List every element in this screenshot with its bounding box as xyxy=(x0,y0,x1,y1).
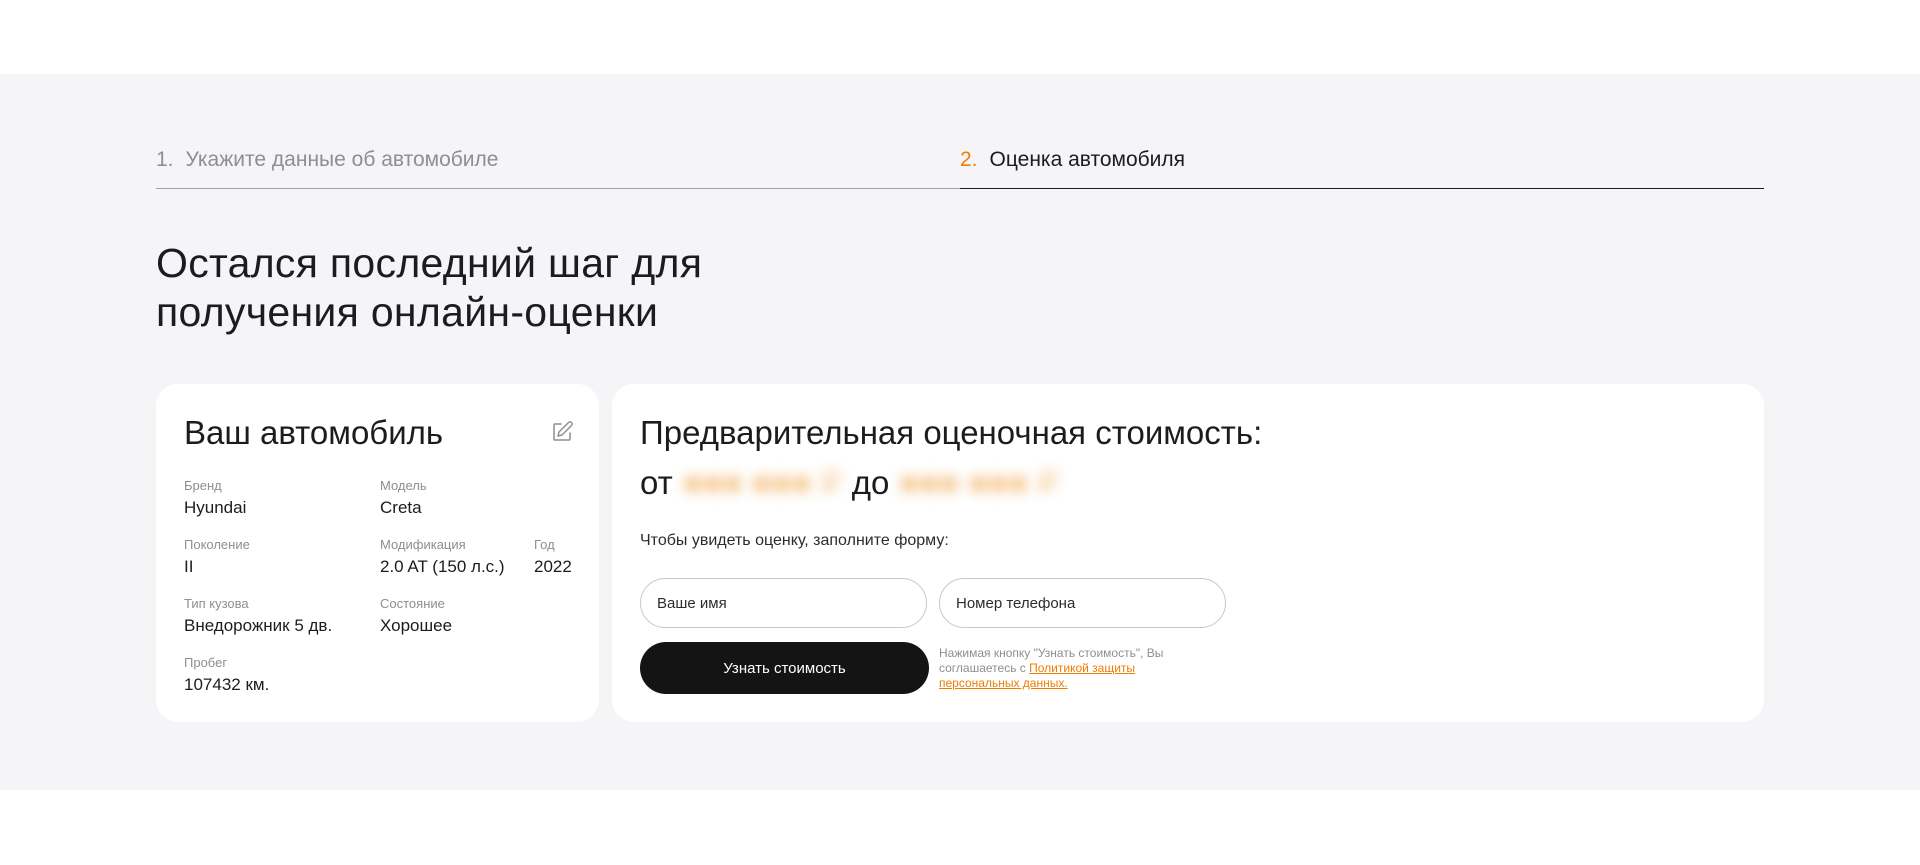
edit-icon[interactable] xyxy=(550,420,574,444)
estimate-card: Предварительная оценочная стоимость: от ■… xyxy=(612,384,1764,722)
car-card-title: Ваш автомобиль xyxy=(184,414,444,451)
field-body-type-label: Тип кузова xyxy=(184,596,249,611)
field-body-type-value: Внедорожник 5 дв. xyxy=(184,616,333,635)
field-brand: Бренд Hyundai xyxy=(184,478,246,518)
get-price-button[interactable]: Узнать стоимость xyxy=(640,642,929,694)
car-card: Ваш автомобиль Бренд Hyundai Модель Cret… xyxy=(156,384,599,722)
field-brand-value: Hyundai xyxy=(184,498,247,517)
range-to-label: до xyxy=(851,464,890,501)
field-condition: Состояние Хорошее xyxy=(380,596,452,636)
field-modification-value: 2.0 AT (150 л.с.) xyxy=(380,557,505,576)
field-model-value: Creta xyxy=(380,498,422,517)
step-2-label: 2. Оценка автомобиля xyxy=(960,148,1185,172)
field-condition-value: Хорошее xyxy=(380,616,453,635)
field-mileage-value: 107432 км. xyxy=(184,675,270,694)
stepper: 1. Укажите данные об автомобиле 2. Оценка … xyxy=(156,140,1764,189)
field-mileage-label: Пробег xyxy=(184,655,228,670)
field-condition-label: Состояние xyxy=(380,596,445,611)
step-1-text: Укажите данные об автомобиле xyxy=(185,148,499,171)
price-to-hidden: ■■■ ■■■ ₽ xyxy=(899,464,1059,501)
name-input[interactable] xyxy=(640,578,927,628)
consent-text: Нажимая кнопку "Узнать стоимость", Вы со… xyxy=(939,646,1209,691)
range-from-label: от xyxy=(640,464,673,501)
field-modification-label: Модификация xyxy=(380,537,466,552)
field-generation-value: II xyxy=(184,557,194,576)
field-mileage: Пробег 107432 км. xyxy=(184,655,269,695)
estimate-range: от ■■■ ■■■ ₽ до ■■■ ■■■ ₽ xyxy=(640,463,1068,502)
field-model-label: Модель xyxy=(380,478,427,493)
form-hint: Чтобы увидеть оценку, заполните форму: xyxy=(640,532,949,549)
step-1-number: 1. xyxy=(156,148,174,171)
field-generation: Поколение II xyxy=(184,537,250,577)
field-year: Год 2022 xyxy=(534,537,572,577)
step-2-text: Оценка автомобиля xyxy=(989,148,1186,171)
step-1-label: 1. Укажите данные об автомобиле xyxy=(156,148,498,172)
price-from-hidden: ■■■ ■■■ ₽ xyxy=(682,464,842,501)
field-brand-label: Бренд xyxy=(184,478,222,493)
estimate-title: Предварительная оценочная стоимость: xyxy=(640,414,1263,451)
page-title-line-2: получения онлайн-оценки xyxy=(156,289,659,335)
field-body-type: Тип кузова Внедорожник 5 дв. xyxy=(184,596,332,636)
field-year-label: Год xyxy=(534,537,555,552)
field-year-value: 2022 xyxy=(534,557,572,576)
field-modification: Модификация 2.0 AT (150 л.с.) xyxy=(380,537,505,577)
step-2: 2. Оценка автомобиля xyxy=(960,140,1764,189)
field-model: Модель Creta xyxy=(380,478,427,518)
page-title-line-1: Остался последний шаг для xyxy=(156,240,703,286)
field-generation-label: Поколение xyxy=(184,537,250,552)
step-1[interactable]: 1. Укажите данные об автомобиле xyxy=(156,140,960,189)
step-2-number: 2. xyxy=(960,148,978,171)
phone-input[interactable] xyxy=(939,578,1226,628)
page-title: Остался последний шаг для получения онла… xyxy=(156,239,1056,337)
content-band: 1. Укажите данные об автомобиле 2. Оценка … xyxy=(0,74,1920,790)
